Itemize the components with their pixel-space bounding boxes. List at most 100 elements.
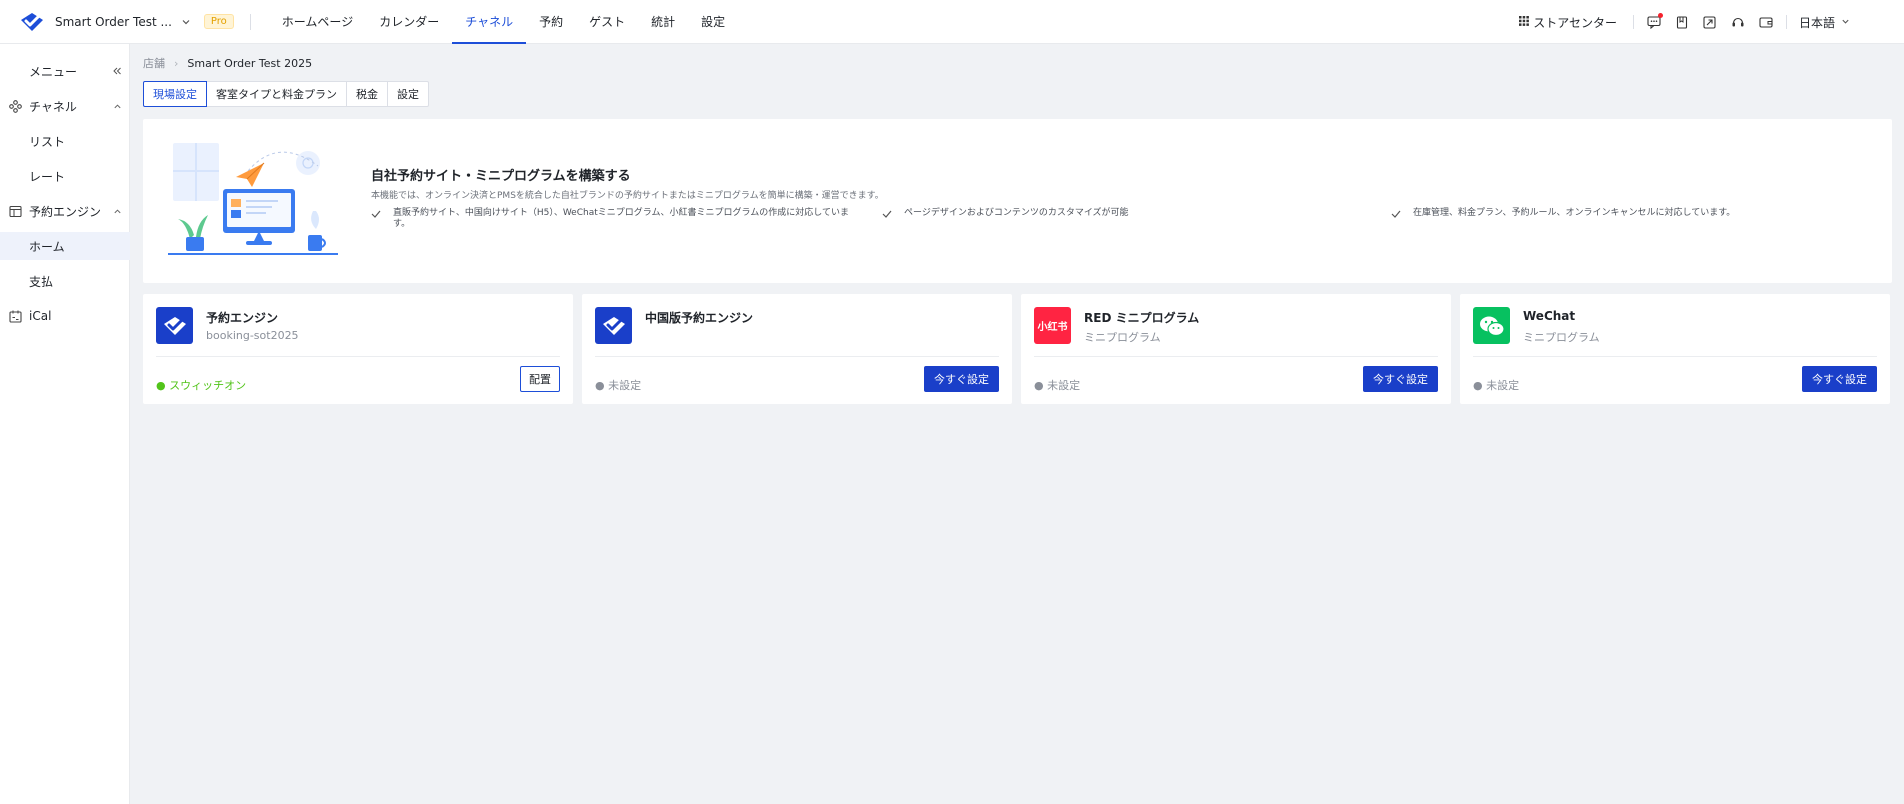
status-badge: ● 未設定: [595, 379, 642, 392]
tab-tax[interactable]: 税金: [346, 81, 388, 107]
card-title: RED ミニプログラム: [1084, 311, 1200, 325]
channel-icon: [8, 99, 22, 113]
store-selector[interactable]: Smart Order Test ...: [55, 15, 172, 29]
sidebar-item-channel[interactable]: チャネル: [0, 92, 130, 120]
store-center-label: ストアセンター: [1533, 15, 1617, 30]
chevron-up-icon: [112, 206, 122, 216]
nav-reservation[interactable]: 予約: [526, 0, 576, 44]
setup-now-button[interactable]: 今すぐ設定: [1802, 366, 1877, 392]
channel-card-red-miniprogram: 小红书 RED ミニプログラム ミニプログラム ● 未設定 今すぐ設定: [1021, 294, 1451, 404]
nav-calendar[interactable]: カレンダー: [366, 0, 452, 44]
divider: [1473, 356, 1877, 357]
card-subtitle: booking-sot2025: [206, 329, 299, 342]
channel-card-china-booking-engine: 中国版予約エンジン ● 未設定 今すぐ設定: [582, 294, 1012, 404]
card-title: WeChat: [1523, 309, 1576, 323]
tab-room-types-rate-plans[interactable]: 客室タイプと料金プラン: [206, 81, 347, 107]
headset-icon[interactable]: [1730, 14, 1746, 30]
check-icon: [1391, 209, 1401, 219]
top-right-actions: ストアセンター 日本語: [1519, 0, 1904, 44]
sidebar-item-payment[interactable]: 支払: [0, 267, 130, 295]
setup-now-button[interactable]: 今すぐ設定: [1363, 366, 1438, 392]
card-title: 中国版予約エンジン: [645, 311, 754, 325]
status-badge: ● スウィッチオン: [156, 379, 247, 392]
sidebar-item-label: リスト: [29, 134, 66, 149]
divider: [1632, 15, 1634, 29]
sidebar-item-booking-engine[interactable]: 予約エンジン: [0, 197, 130, 225]
main-nav: ホームページ カレンダー チャネル 予約 ゲスト 統計 設定: [269, 0, 738, 44]
main-content: 店舗 › Smart Order Test 2025 現場設定 客室タイプと料金…: [130, 44, 1904, 804]
breadcrumb-separator-icon: ›: [174, 56, 179, 70]
tab-group: 現場設定 客室タイプと料金プラン 税金 設定: [143, 81, 429, 107]
wechat-logo-icon: [1473, 307, 1510, 344]
sidebar: メニュー チャネル リスト レート 予約エンジン ホーム 支払 iCal: [0, 44, 130, 804]
sidebar-item-home[interactable]: ホーム: [0, 232, 130, 260]
sidebar-menu-label: メニュー: [29, 64, 78, 79]
divider: [156, 356, 560, 357]
intro-banner: 自社予約サイト・ミニプログラムを構築する 本機能では、オンライン決済とPMSを統…: [143, 119, 1892, 283]
chevron-down-icon[interactable]: [180, 16, 192, 28]
setup-now-button[interactable]: 今すぐ設定: [924, 366, 999, 392]
chevron-up-icon: [112, 101, 122, 111]
feature-text: 直販予約サイト、中国向けサイト（H5）、WeChatミニプログラム、小紅書ミニプ…: [393, 208, 849, 229]
nav-channel[interactable]: チャネル: [452, 0, 527, 44]
status-badge: ● 未設定: [1473, 379, 1520, 392]
divider: [249, 13, 251, 30]
feature-item: 在庫管理、料金プラン、予約ルール、オンラインキャンセルに対応しています。: [1391, 208, 1871, 219]
language-selector[interactable]: 日本語: [1799, 14, 1850, 31]
banner-description: 本機能では、オンライン決済とPMSを統合した自社ブランドの予約サイトまたはミニプ…: [371, 191, 884, 201]
sidebar-item-label: レート: [29, 169, 66, 184]
breadcrumb: 店舗 › Smart Order Test 2025: [143, 55, 312, 71]
tab-site-settings[interactable]: 現場設定: [143, 81, 207, 107]
collapse-sidebar-icon[interactable]: [112, 66, 122, 76]
grid-icon: [1519, 15, 1530, 29]
feature-item: ページデザインおよびコンテンツのカスタマイズが可能: [882, 208, 1352, 219]
feature-item: 直販予約サイト、中国向けサイト（H5）、WeChatミニプログラム、小紅書ミニプ…: [371, 208, 851, 230]
card-subtitle: ミニプログラム: [1084, 331, 1161, 344]
book-icon[interactable]: [1674, 14, 1690, 30]
nav-statistics[interactable]: 統計: [638, 0, 688, 44]
calendar-icon: [8, 309, 22, 323]
card-title: 予約エンジン: [206, 311, 279, 325]
feature-text: 在庫管理、料金プラン、予約ルール、オンラインキャンセルに対応しています。: [1413, 208, 1736, 218]
language-label: 日本語: [1798, 15, 1835, 30]
xiaohongshu-logo-icon: 小红书: [1034, 307, 1071, 344]
china-booking-engine-logo-icon: [595, 307, 632, 344]
breadcrumb-store[interactable]: 店舗: [143, 55, 165, 71]
app-logo-icon[interactable]: [19, 9, 45, 35]
nav-settings[interactable]: 設定: [688, 0, 738, 44]
nav-homepage[interactable]: ホームページ: [269, 0, 366, 44]
store-center-link[interactable]: ストアセンター: [1519, 14, 1617, 31]
export-icon[interactable]: [1702, 14, 1718, 30]
chevron-down-icon: [1841, 15, 1850, 29]
banner-title: 自社予約サイト・ミニプログラムを構築する: [371, 169, 631, 184]
tab-settings[interactable]: 設定: [387, 81, 429, 107]
check-icon: [371, 209, 381, 219]
divider: [1785, 15, 1787, 29]
configure-button[interactable]: 配置: [520, 366, 560, 392]
xiaohongshu-logo-text: 小红书: [1037, 322, 1068, 333]
booking-engine-icon: [8, 204, 22, 218]
chat-icon[interactable]: [1646, 13, 1663, 30]
channel-card-wechat: WeChat ミニプログラム ● 未設定 今すぐ設定: [1460, 294, 1890, 404]
divider: [1034, 356, 1438, 357]
card-subtitle: ミニプログラム: [1523, 331, 1600, 344]
sidebar-menu-header: メニュー: [0, 57, 130, 85]
feature-text: ページデザインおよびコンテンツのカスタマイズが可能: [904, 208, 1129, 218]
divider: [595, 356, 999, 357]
channel-card-booking-engine: 予約エンジン booking-sot2025 ● スウィッチオン 配置: [143, 294, 573, 404]
wallet-icon[interactable]: [1758, 14, 1774, 30]
booking-site-illustration: [168, 141, 338, 259]
pro-badge: Pro: [203, 14, 234, 29]
check-icon: [882, 209, 892, 219]
top-navigation-bar: Smart Order Test ... Pro ホームページ カレンダー チャ…: [0, 0, 1904, 44]
booking-engine-logo-icon: [156, 307, 193, 344]
sidebar-item-list[interactable]: リスト: [0, 127, 130, 155]
sidebar-item-ical[interactable]: iCal: [0, 302, 130, 330]
sidebar-item-rate[interactable]: レート: [0, 162, 130, 190]
sidebar-item-label: iCal: [29, 309, 52, 323]
breadcrumb-current: Smart Order Test 2025: [187, 56, 313, 70]
status-badge: ● 未設定: [1034, 379, 1081, 392]
nav-guest[interactable]: ゲスト: [576, 0, 638, 44]
sidebar-item-label: 支払: [29, 274, 54, 289]
sidebar-item-label: チャネル: [29, 99, 77, 114]
